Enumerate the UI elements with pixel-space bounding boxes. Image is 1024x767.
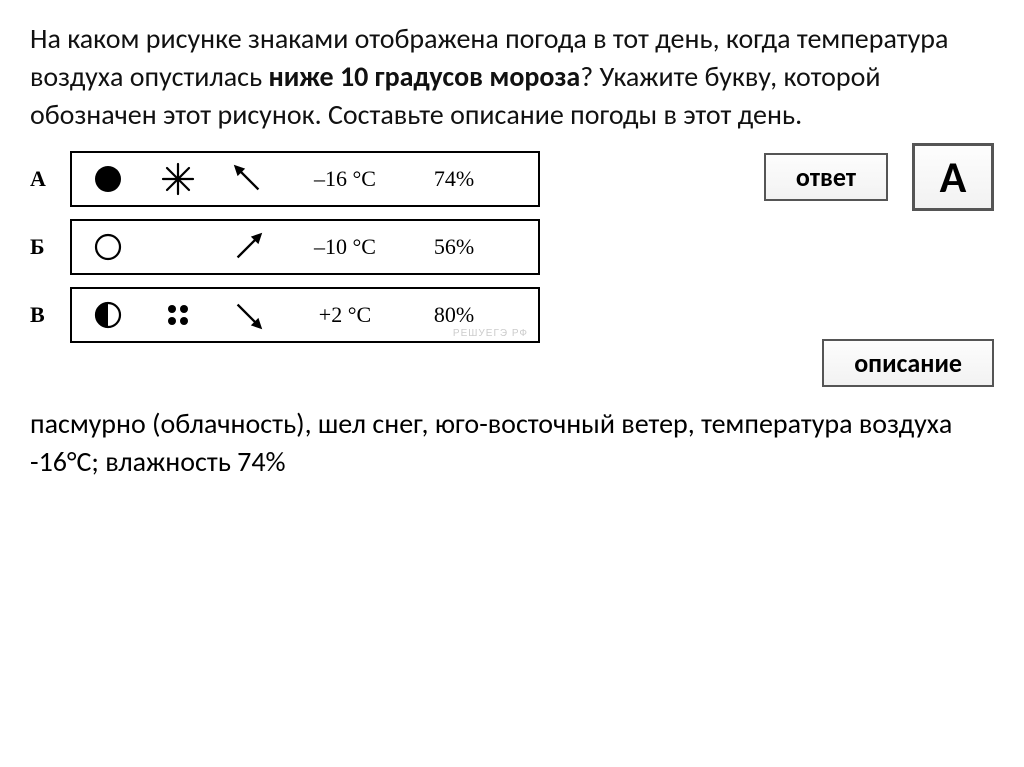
right-column: ответ А описание [570,151,994,387]
wind-arrow-icon [230,160,266,198]
humidity-value: 56% [424,234,484,260]
temperature-value: +2 °C [300,302,390,328]
clear-icon [90,232,126,262]
content-row: А [30,151,994,387]
question-bold: ниже 10 градусов мороза [268,59,580,94]
option-label: Б [30,234,52,260]
humidity-value: 80% [424,302,484,328]
description-button[interactable]: описание [822,339,994,387]
wind-arrow-icon [230,228,266,266]
humidity-value: 74% [424,166,484,192]
answer-row: ответ А [570,143,994,211]
weather-box-a: –16 °C 74% [70,151,540,207]
option-row: Б –10 °C 56% [30,219,540,275]
temperature-value: –10 °C [300,234,390,260]
rain-icon [160,299,196,331]
option-row: А [30,151,540,207]
options-column: А [30,151,540,355]
option-label: А [30,166,52,192]
overcast-icon [90,164,126,194]
question-text: На каком рисунке знаками отображена пого… [30,20,994,133]
watermark: РЕШУЕГЭ РФ [453,328,528,339]
wind-arrow-icon [230,296,266,334]
option-row: В [30,287,540,343]
half-cloudy-icon [90,300,126,330]
answer-button[interactable]: ответ [764,153,888,201]
description-button-wrap: описание [570,339,994,387]
snow-icon [160,162,196,196]
option-label: В [30,302,52,328]
temperature-value: –16 °C [300,166,390,192]
description-text: пасмурно (облачность), шел снег, юго-вос… [30,405,994,481]
weather-box-v: +2 °C 80% РЕШУЕГЭ РФ [70,287,540,343]
answer-letter-box: А [912,143,994,211]
weather-box-b: –10 °C 56% [70,219,540,275]
